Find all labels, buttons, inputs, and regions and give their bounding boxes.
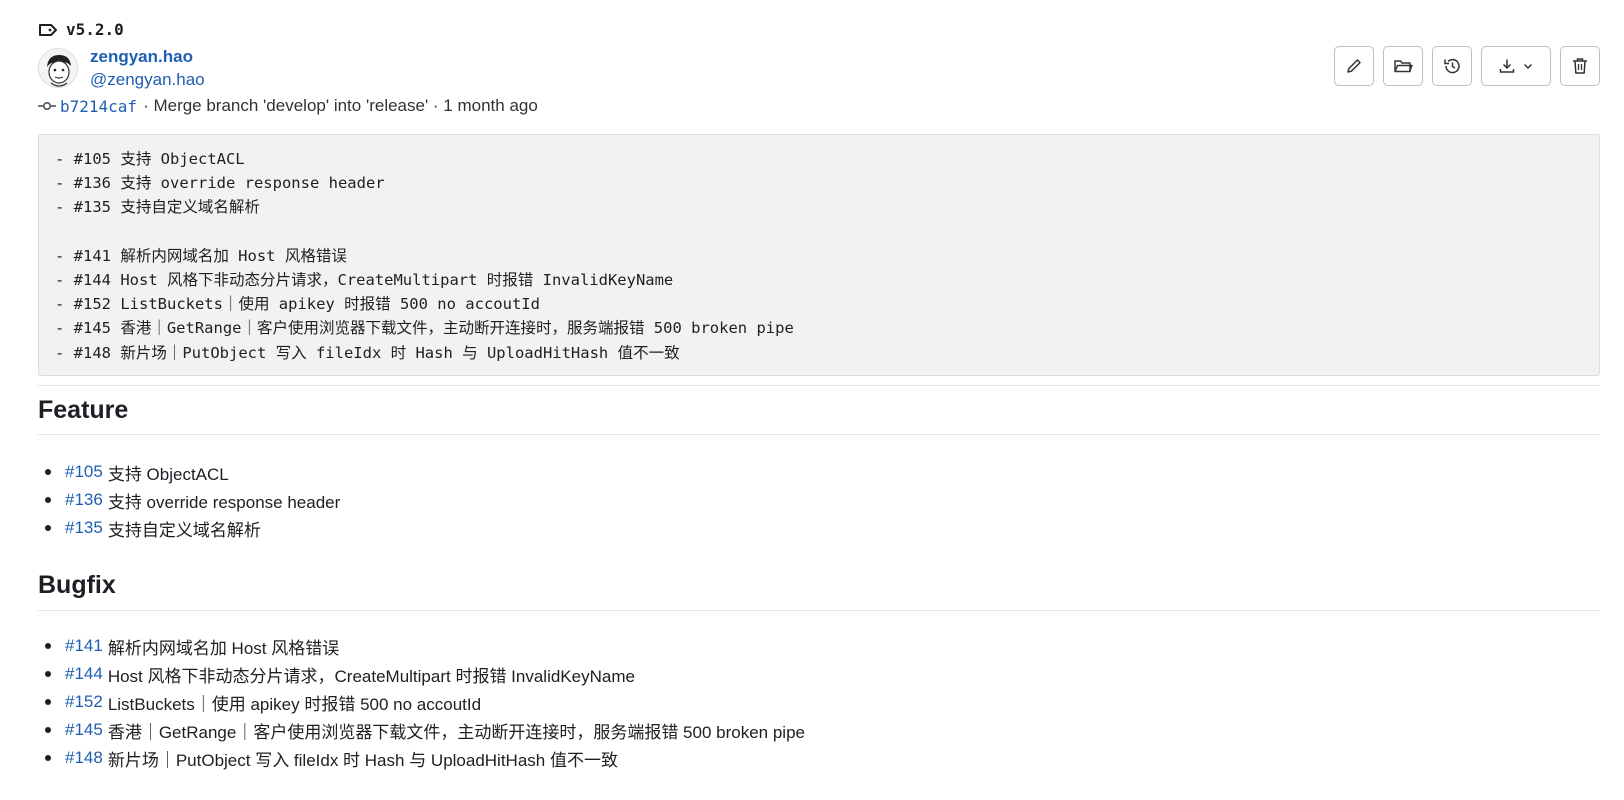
item-text: ListBuckets｜使用 apikey 时报错 500 no accoutI… bbox=[107, 694, 482, 714]
folder-icon bbox=[1394, 60, 1413, 73]
feature-heading-rule bbox=[38, 434, 1600, 435]
divider bbox=[38, 385, 1600, 386]
commit-sha-link[interactable]: b7214caf bbox=[60, 97, 137, 116]
list-item: #145 香港｜GetRange｜客户使用浏览器下载文件，主动断开连接时，服务端报… bbox=[38, 716, 805, 744]
browse-files-button[interactable] bbox=[1383, 46, 1423, 86]
issue-link[interactable]: #152 bbox=[65, 692, 103, 712]
release-notes-code-block: - #105 支持 ObjectACL - #136 支持 override r… bbox=[38, 134, 1600, 376]
item-text: Host 风格下非动态分片请求，CreateMultipart 时报错 Inva… bbox=[107, 666, 635, 686]
bullet bbox=[45, 671, 51, 677]
issue-link[interactable]: #144 bbox=[65, 664, 103, 684]
bugfix-heading: Bugfix bbox=[38, 571, 116, 599]
issue-link[interactable]: #148 bbox=[65, 748, 103, 768]
issue-link[interactable]: #145 bbox=[65, 720, 103, 740]
commit-message: · Merge branch 'develop' into 'release' … bbox=[143, 96, 538, 115]
avatar[interactable] bbox=[38, 48, 78, 88]
bullet bbox=[45, 699, 51, 705]
author-name[interactable]: zengyan.hao bbox=[90, 46, 205, 68]
issue-link[interactable]: #141 bbox=[65, 636, 103, 656]
item-text: 支持自定义域名解析 bbox=[107, 520, 261, 540]
release-actions bbox=[1334, 46, 1600, 86]
history-button[interactable] bbox=[1432, 46, 1472, 86]
bugfix-list: #141 解析内网域名加 Host 风格错误 #144 Host 风格下非动态分片请求… bbox=[38, 632, 805, 772]
item-text: 香港｜GetRange｜客户使用浏览器下载文件，主动断开连接时，服务端报错 50… bbox=[107, 722, 805, 742]
pencil-icon bbox=[1347, 59, 1361, 73]
bullet bbox=[45, 497, 51, 503]
tag-icon bbox=[39, 23, 57, 36]
chevron-down-icon bbox=[1523, 63, 1533, 70]
item-text: 新片场｜PutObject 写入 fileIdx 时 Hash 与 Upload… bbox=[107, 750, 618, 770]
download-icon bbox=[1499, 59, 1515, 73]
bullet bbox=[45, 525, 51, 531]
item-text: 解析内网域名加 Host 风格错误 bbox=[107, 638, 340, 658]
issue-link[interactable]: #135 bbox=[65, 518, 103, 538]
list-item: #152 ListBuckets｜使用 apikey 时报错 500 no acc… bbox=[38, 688, 805, 716]
edit-release-button[interactable] bbox=[1334, 46, 1374, 86]
bullet bbox=[45, 755, 51, 761]
delete-release-button[interactable] bbox=[1560, 46, 1600, 86]
author-handle[interactable]: @zengyan.hao bbox=[90, 68, 205, 92]
bullet bbox=[45, 727, 51, 733]
commit-icon bbox=[38, 101, 56, 111]
bullet bbox=[45, 469, 51, 475]
list-item: #141 解析内网域名加 Host 风格错误 bbox=[38, 632, 805, 660]
feature-heading: Feature bbox=[38, 396, 129, 424]
list-item: #135 支持自定义域名解析 bbox=[38, 514, 340, 542]
release-author: zengyan.hao @zengyan.hao bbox=[38, 46, 205, 92]
list-item: #105 支持 ObjectACL bbox=[38, 458, 340, 486]
issue-link[interactable]: #105 bbox=[65, 462, 103, 482]
list-item: #136 支持 override response header bbox=[38, 486, 340, 514]
trash-icon bbox=[1573, 58, 1587, 74]
bugfix-heading-rule bbox=[38, 610, 1600, 611]
feature-list: #105 支持 ObjectACL #136 支持 override response… bbox=[38, 458, 340, 542]
bullet bbox=[45, 643, 51, 649]
item-text: 支持 ObjectACL bbox=[107, 464, 229, 484]
list-item: #144 Host 风格下非动态分片请求，CreateMultipart 时报错 … bbox=[38, 660, 805, 688]
tag-name[interactable]: v5.2.0 bbox=[66, 20, 124, 39]
release-tag: v5.2.0 bbox=[38, 20, 124, 39]
history-icon bbox=[1444, 58, 1460, 74]
list-item: #148 新片场｜PutObject 写入 fileIdx 时 Hash 与 Up… bbox=[38, 744, 805, 772]
issue-link[interactable]: #136 bbox=[65, 490, 103, 510]
release-notes-raw: - #105 支持 ObjectACL - #136 支持 override r… bbox=[55, 150, 794, 362]
item-text: 支持 override response header bbox=[107, 492, 341, 512]
download-dropdown-button[interactable] bbox=[1481, 46, 1551, 86]
commit-line: b7214caf · Merge branch 'develop' into '… bbox=[38, 96, 538, 116]
